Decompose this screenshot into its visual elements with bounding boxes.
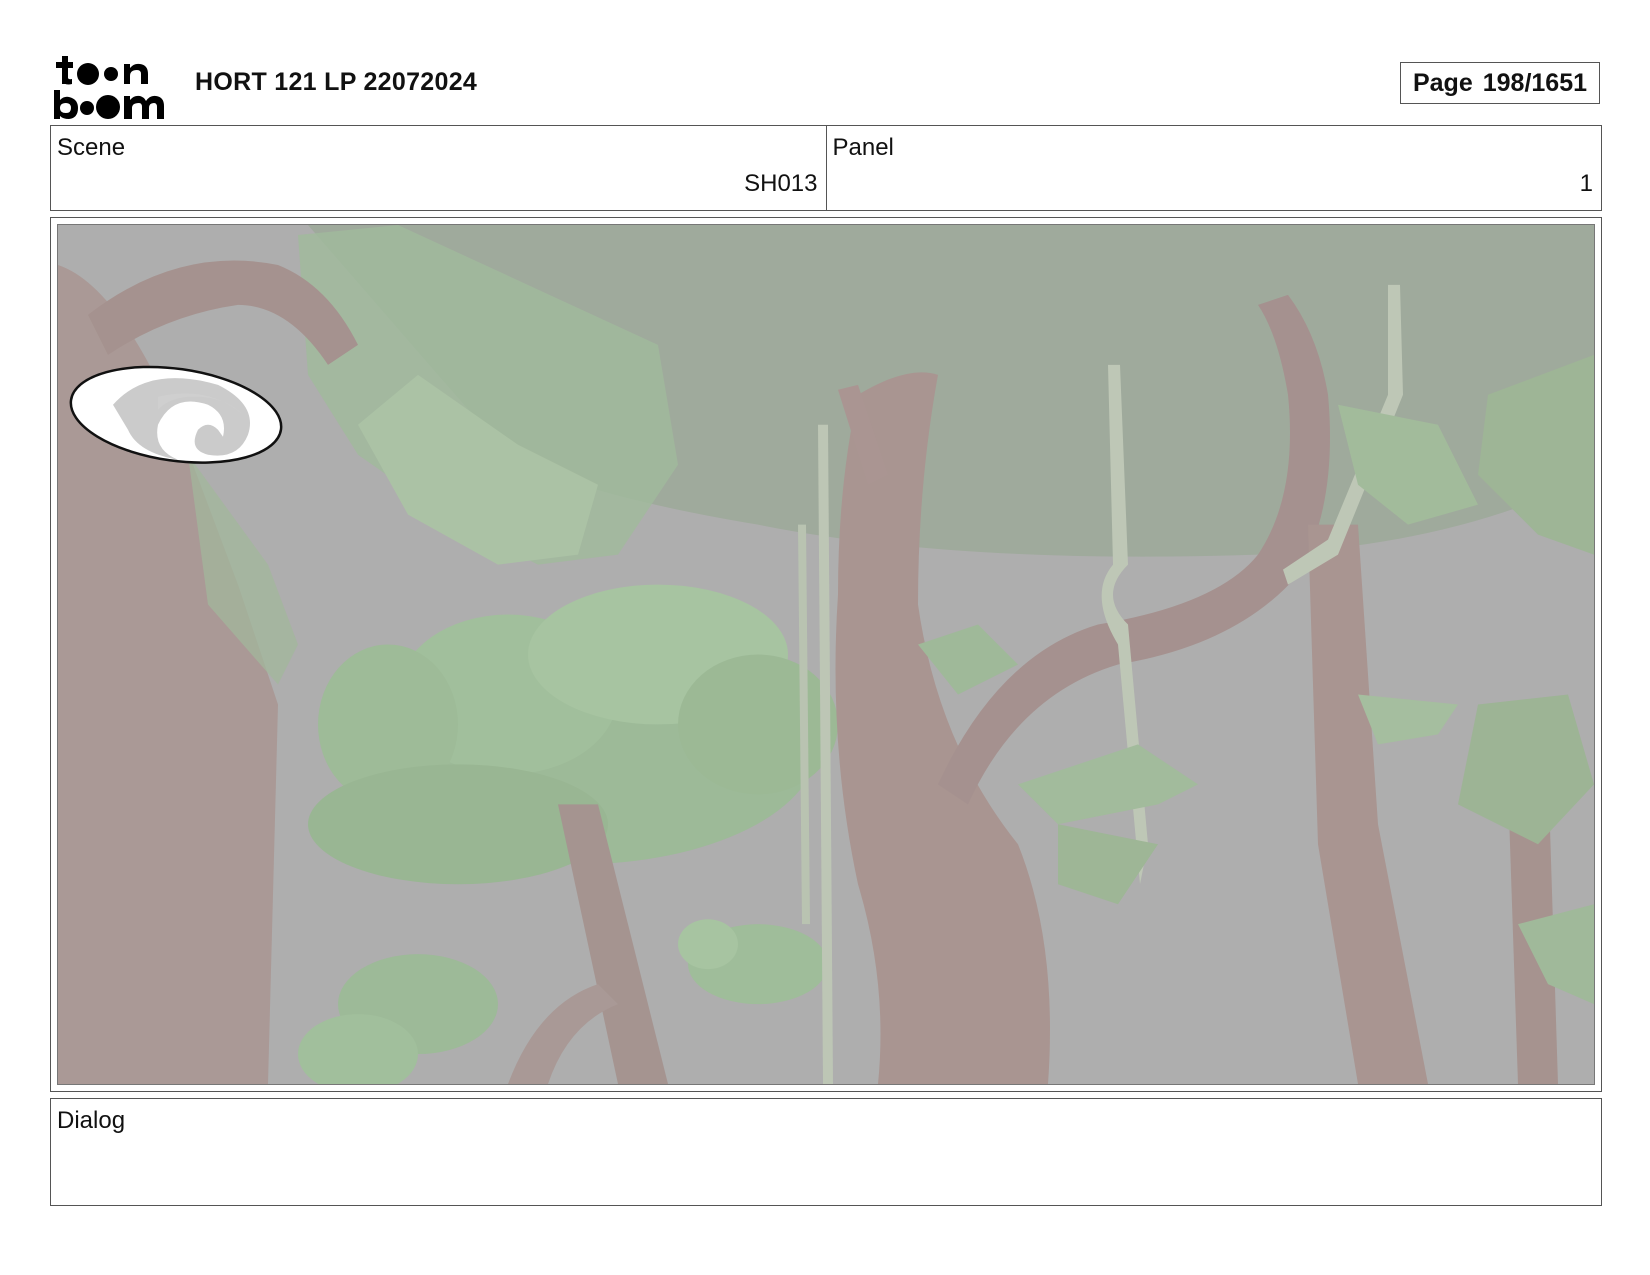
info-row: Scene SH013 Panel 1 bbox=[50, 125, 1602, 211]
page-indicator: Page 198/1651 bbox=[1400, 62, 1600, 104]
dialog-box: Dialog bbox=[50, 1098, 1602, 1206]
page-value: 198/1651 bbox=[1482, 68, 1588, 97]
storyboard-image bbox=[57, 224, 1595, 1085]
scene-value: SH013 bbox=[744, 170, 818, 197]
dialog-label: Dialog bbox=[57, 1107, 126, 1134]
panel-cell: Panel 1 bbox=[825, 126, 1602, 210]
panel-label: Panel bbox=[832, 134, 894, 161]
scene-label: Scene bbox=[57, 134, 126, 161]
toonboom-logo bbox=[52, 50, 170, 122]
scene-cell: Scene SH013 bbox=[51, 126, 826, 210]
storyboard-frame bbox=[50, 217, 1602, 1092]
panel-value: 1 bbox=[1579, 170, 1593, 197]
page-label: Page bbox=[1412, 68, 1473, 97]
project-title: HORT 121 LP 22072024 bbox=[195, 68, 478, 96]
